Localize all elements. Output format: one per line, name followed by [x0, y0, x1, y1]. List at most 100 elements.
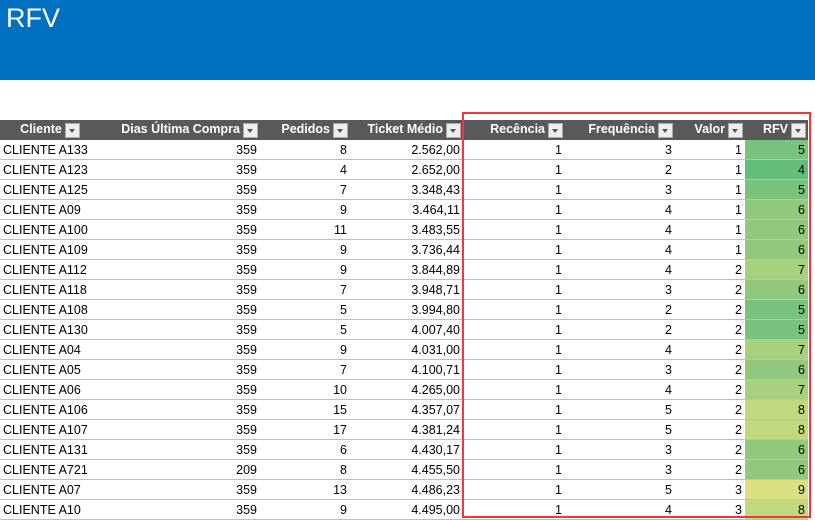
table-cell[interactable]: 3.464,11 — [350, 199, 463, 220]
table-cell[interactable]: CLIENTE A106 — [0, 399, 100, 420]
table-cell[interactable]: CLIENTE A05 — [0, 359, 100, 380]
table-cell[interactable]: 9 — [260, 339, 350, 360]
table-cell[interactable]: 6 — [745, 239, 808, 260]
table-cell[interactable]: CLIENTE A130 — [0, 319, 100, 340]
table-cell[interactable]: CLIENTE A118 — [0, 279, 100, 300]
table-cell[interactable]: 3.994,80 — [350, 299, 463, 320]
table-cell[interactable]: 5 — [745, 140, 808, 160]
table-cell[interactable]: 1 — [463, 219, 565, 240]
table-cell[interactable]: 1 — [463, 479, 565, 500]
table-cell[interactable]: CLIENTE A100 — [0, 219, 100, 240]
table-cell[interactable]: CLIENTE A10 — [0, 499, 100, 520]
table-cell[interactable]: 359 — [100, 359, 260, 380]
table-cell[interactable]: 3 — [565, 179, 675, 200]
table-cell[interactable]: 1 — [463, 259, 565, 280]
table-cell[interactable]: 5 — [260, 299, 350, 320]
table-cell[interactable]: CLIENTE A131 — [0, 439, 100, 460]
table-cell[interactable]: 4.265,00 — [350, 379, 463, 400]
table-cell[interactable]: 3 — [565, 459, 675, 480]
table-cell[interactable]: 2 — [675, 459, 745, 480]
table-cell[interactable]: 4 — [565, 499, 675, 520]
table-cell[interactable]: 1 — [463, 299, 565, 320]
table-cell[interactable]: 6 — [260, 439, 350, 460]
table-cell[interactable]: 359 — [100, 239, 260, 260]
table-cell[interactable]: 359 — [100, 299, 260, 320]
filter-dropdown-icon[interactable] — [791, 122, 806, 138]
table-cell[interactable]: 359 — [100, 199, 260, 220]
table-cell[interactable]: 3 — [565, 439, 675, 460]
table-cell[interactable]: 10 — [260, 379, 350, 400]
table-cell[interactable]: 4 — [565, 379, 675, 400]
table-cell[interactable]: 359 — [100, 219, 260, 240]
table-cell[interactable]: 9 — [745, 479, 808, 500]
table-cell[interactable]: 4.007,40 — [350, 319, 463, 340]
table-cell[interactable]: 9 — [260, 199, 350, 220]
table-cell[interactable]: 4 — [565, 239, 675, 260]
table-cell[interactable]: 1 — [675, 219, 745, 240]
table-cell[interactable]: 2 — [565, 299, 675, 320]
table-cell[interactable]: 8 — [260, 459, 350, 480]
table-cell[interactable]: 4 — [745, 159, 808, 180]
table-cell[interactable]: 359 — [100, 140, 260, 160]
table-cell[interactable]: 1 — [463, 339, 565, 360]
table-cell[interactable]: 11 — [260, 219, 350, 240]
table-cell[interactable]: 5 — [260, 319, 350, 340]
table-cell[interactable]: 1 — [463, 399, 565, 420]
table-cell[interactable]: 5 — [565, 479, 675, 500]
filter-dropdown-icon[interactable] — [446, 122, 461, 138]
table-cell[interactable]: 2 — [675, 299, 745, 320]
table-cell[interactable]: CLIENTE A108 — [0, 299, 100, 320]
table-cell[interactable]: 7 — [260, 179, 350, 200]
table-cell[interactable]: 3.948,71 — [350, 279, 463, 300]
table-cell[interactable]: 359 — [100, 179, 260, 200]
table-cell[interactable]: 1 — [463, 439, 565, 460]
table-cell[interactable]: 1 — [463, 499, 565, 520]
table-cell[interactable]: 4.100,71 — [350, 359, 463, 380]
table-cell[interactable]: 359 — [100, 379, 260, 400]
table-cell[interactable]: 359 — [100, 399, 260, 420]
table-cell[interactable]: 4 — [565, 259, 675, 280]
table-cell[interactable]: 1 — [463, 459, 565, 480]
table-cell[interactable]: 359 — [100, 279, 260, 300]
table-cell[interactable]: 359 — [100, 319, 260, 340]
table-cell[interactable]: 1 — [675, 239, 745, 260]
table-cell[interactable]: 2 — [675, 359, 745, 380]
table-cell[interactable]: 4.455,50 — [350, 459, 463, 480]
filter-dropdown-icon[interactable] — [243, 122, 258, 138]
table-cell[interactable]: 9 — [260, 499, 350, 520]
table-cell[interactable]: 6 — [745, 279, 808, 300]
table-cell[interactable]: 4 — [260, 159, 350, 180]
table-cell[interactable]: CLIENTE A04 — [0, 339, 100, 360]
table-cell[interactable]: 359 — [100, 259, 260, 280]
table-cell[interactable]: CLIENTE A123 — [0, 159, 100, 180]
table-cell[interactable]: 6 — [745, 359, 808, 380]
table-cell[interactable]: 6 — [745, 199, 808, 220]
table-cell[interactable]: 5 — [745, 319, 808, 340]
table-cell[interactable]: 359 — [100, 339, 260, 360]
table-cell[interactable]: 1 — [675, 140, 745, 160]
table-cell[interactable]: 1 — [463, 419, 565, 440]
table-cell[interactable]: 1 — [675, 159, 745, 180]
table-cell[interactable]: 1 — [463, 279, 565, 300]
filter-dropdown-icon[interactable] — [548, 122, 563, 138]
table-cell[interactable]: 3 — [675, 499, 745, 520]
table-cell[interactable]: 9 — [260, 239, 350, 260]
table-cell[interactable]: 4 — [565, 219, 675, 240]
table-cell[interactable]: 2 — [675, 259, 745, 280]
table-cell[interactable]: 7 — [260, 359, 350, 380]
table-cell[interactable]: CLIENTE A112 — [0, 259, 100, 280]
table-cell[interactable]: 1 — [463, 319, 565, 340]
table-cell[interactable]: 2 — [675, 439, 745, 460]
table-cell[interactable]: CLIENTE A721 — [0, 459, 100, 480]
table-cell[interactable]: 4 — [565, 199, 675, 220]
table-cell[interactable]: 2 — [675, 419, 745, 440]
table-cell[interactable]: 2 — [675, 319, 745, 340]
table-cell[interactable]: 2 — [675, 379, 745, 400]
table-cell[interactable]: 1 — [463, 359, 565, 380]
table-cell[interactable]: 4.495,00 — [350, 499, 463, 520]
table-cell[interactable]: CLIENTE A09 — [0, 199, 100, 220]
table-cell[interactable]: 4.381,24 — [350, 419, 463, 440]
table-cell[interactable]: 7 — [745, 379, 808, 400]
table-cell[interactable]: 3.348,43 — [350, 179, 463, 200]
table-cell[interactable]: 2.652,00 — [350, 159, 463, 180]
